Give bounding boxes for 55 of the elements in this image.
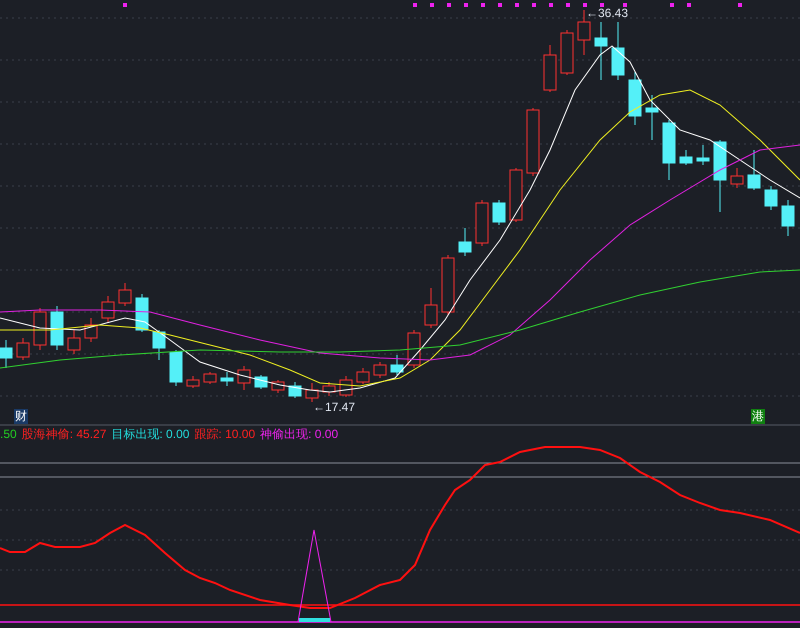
candlestick (578, 10, 590, 56)
indicator-value: 目标出现: 0.00 (111, 426, 190, 442)
candlestick (476, 200, 488, 246)
candlestick (238, 366, 250, 390)
candlestick (322, 382, 336, 396)
indicator-value: 股海神偷: 45.27 (22, 426, 106, 442)
market-badge: 财 (14, 409, 28, 424)
low-price-label: ←17.47 (313, 399, 356, 416)
candlestick (390, 354, 404, 376)
indicator-value: .50 (0, 426, 17, 442)
market-badge: 港 (751, 409, 765, 424)
candlestick (118, 282, 132, 306)
candlestick (374, 362, 386, 378)
candlestick (220, 372, 234, 386)
candlestick (68, 330, 80, 354)
candlestick (186, 376, 200, 388)
candlestick (510, 168, 522, 222)
candlestick (136, 294, 148, 332)
candlestick (424, 288, 438, 328)
candlestick (730, 168, 744, 188)
candlestick (662, 120, 676, 180)
candlestick (612, 22, 624, 80)
candlestick (84, 318, 98, 342)
candlestick (102, 296, 114, 322)
candlestick (50, 306, 64, 350)
candlestick (254, 374, 268, 390)
candlestick (560, 30, 574, 76)
candlestick (748, 150, 760, 190)
candlestick (646, 94, 658, 140)
candlestick (764, 186, 778, 210)
candlestick (696, 144, 710, 166)
candlestick (458, 228, 472, 256)
candlestick (526, 108, 540, 176)
candlestick (628, 72, 642, 126)
candlestick (34, 308, 46, 350)
candlestick (152, 330, 166, 360)
indicator-value: 跟踪: 10.00 (194, 426, 256, 442)
candlestick (204, 372, 216, 384)
candlestick (782, 200, 794, 236)
candlestick (306, 382, 318, 402)
candlestick (356, 368, 370, 384)
candlestick (680, 150, 692, 166)
candlestick (170, 350, 182, 386)
candlestick (544, 44, 556, 92)
candlestick (16, 338, 30, 360)
indicator-value: 神偷出现: 0.00 (260, 426, 338, 442)
candlestick (408, 330, 420, 368)
candlestick (492, 200, 506, 226)
candlestick (272, 380, 284, 394)
candlestick (442, 254, 454, 316)
candlestick (594, 22, 608, 80)
high-price-label: ←36.43 (586, 5, 628, 22)
candlestick (288, 382, 302, 398)
signal-bar (299, 618, 330, 622)
candlestick (0, 340, 12, 368)
